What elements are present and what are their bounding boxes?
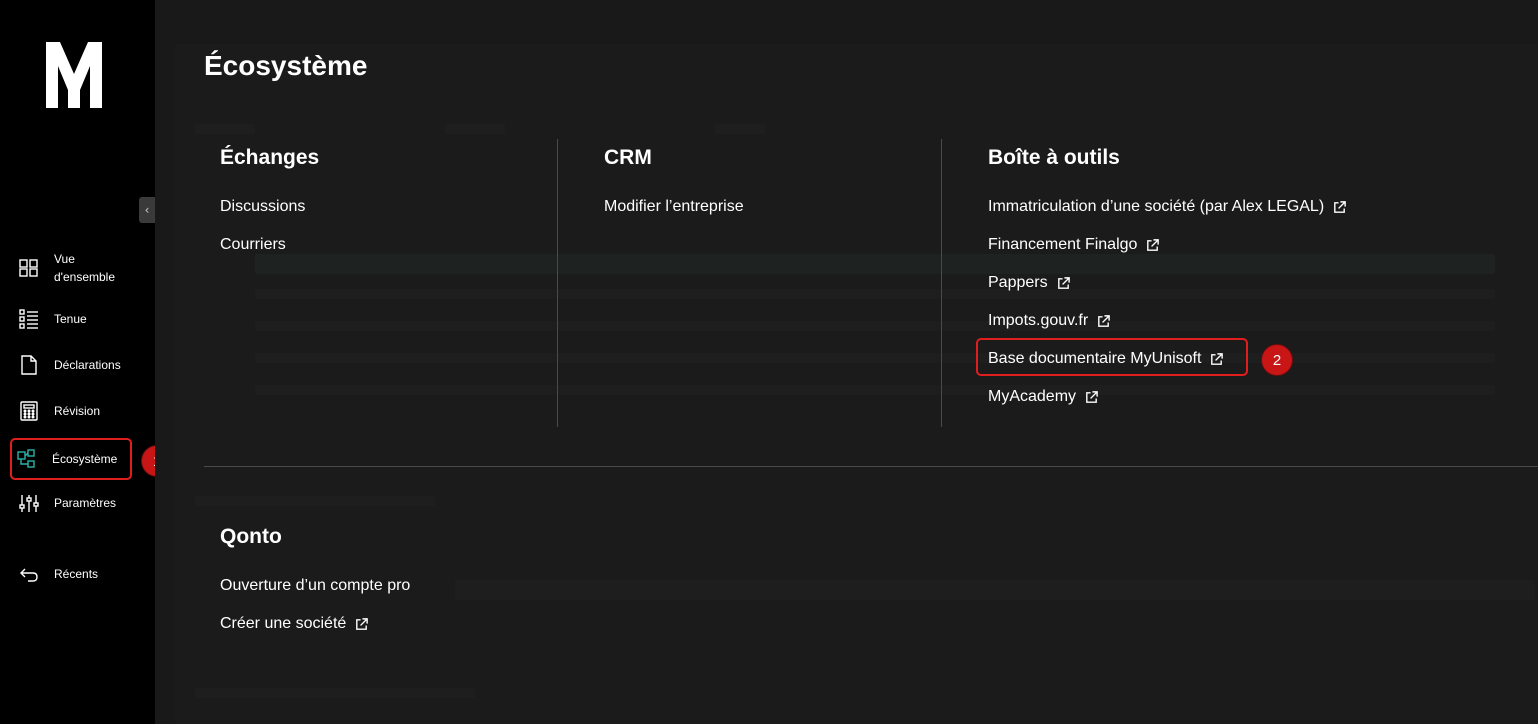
- page-title: Écosystème: [204, 50, 368, 81]
- link-creer-societe[interactable]: Créer une société: [220, 605, 410, 643]
- nav-recents[interactable]: Récents: [14, 563, 132, 585]
- nav-label: Déclarations: [54, 358, 121, 372]
- link-impots[interactable]: Impots.gouv.fr: [988, 302, 1347, 340]
- back-arrow-icon: [20, 568, 38, 582]
- chevron-left-icon: ‹: [144, 203, 150, 217]
- sidebar: ‹ Vue d'ensemble Tenue Déclarations Révi…: [0, 0, 172, 724]
- external-link-icon: [1147, 238, 1160, 251]
- document-icon: [21, 355, 37, 375]
- nav-tenue[interactable]: Tenue: [14, 308, 132, 330]
- nav-label: Récents: [54, 567, 99, 581]
- link-courriers[interactable]: Courriers: [220, 226, 319, 264]
- section-qonto: Qonto Ouverture d’un compte pro Créer un…: [220, 525, 410, 643]
- nav-vue-ensemble[interactable]: Vue d'ensemble: [14, 250, 132, 286]
- sliders-icon: [19, 495, 39, 512]
- link-label: Impots.gouv.fr: [988, 312, 1089, 329]
- nav-label: Révision: [54, 404, 101, 418]
- nav-revision[interactable]: Révision: [14, 400, 132, 422]
- nav-ecosysteme[interactable]: Écosystème: [10, 438, 132, 480]
- nav-label: Vue d'ensemble: [54, 252, 115, 284]
- nav-label: Écosystème: [52, 452, 118, 466]
- link-label: MyAcademy: [988, 388, 1077, 405]
- list-icon: [19, 309, 38, 329]
- link-myacademy[interactable]: MyAcademy: [988, 378, 1347, 416]
- nav-parametres[interactable]: Paramètres: [14, 492, 132, 514]
- nav-label: Paramètres: [54, 496, 117, 510]
- section-title: Qonto: [220, 525, 282, 548]
- link-immatriculation[interactable]: Immatriculation d’une société (par Alex …: [988, 188, 1347, 226]
- calculator-icon: [20, 401, 38, 421]
- myunisoft-logo: [46, 42, 102, 108]
- section-divider: [204, 466, 1538, 467]
- section-title: CRM: [604, 146, 652, 169]
- link-finalgo[interactable]: Financement Finalgo: [988, 226, 1347, 264]
- external-link-icon: [1057, 276, 1070, 289]
- step-badge-2: 2: [1262, 345, 1292, 375]
- link-pappers[interactable]: Pappers: [988, 264, 1347, 302]
- column-divider: [557, 139, 558, 427]
- link-label: Créer une société: [220, 615, 347, 632]
- external-link-icon: [1098, 314, 1111, 327]
- section-title: Boîte à outils: [988, 146, 1120, 169]
- external-link-icon: [1086, 390, 1098, 403]
- link-ouverture-compte[interactable]: Ouverture d’un compte pro: [220, 567, 410, 605]
- section-title: Échanges: [220, 146, 320, 169]
- collapse-sidebar-button[interactable]: ‹: [139, 197, 155, 223]
- grid-icon: [19, 259, 38, 277]
- column-divider: [941, 139, 942, 427]
- nav-declarations[interactable]: Déclarations: [14, 354, 132, 376]
- nav-label: Tenue: [54, 312, 87, 326]
- link-discussions[interactable]: Discussions: [220, 188, 319, 226]
- external-link-icon: [1334, 200, 1346, 213]
- section-echanges: Échanges Discussions Courriers: [220, 146, 319, 264]
- ecosystem-icon: [17, 449, 35, 468]
- external-link-icon: [356, 617, 369, 630]
- highlight-box: [976, 338, 1248, 376]
- link-label: Immatriculation d’une société (par Alex …: [988, 198, 1325, 215]
- link-label: Financement Finalgo: [988, 236, 1138, 253]
- section-crm: CRM Modifier l’entreprise: [604, 146, 744, 226]
- link-label: Pappers: [988, 274, 1048, 291]
- link-modifier-entreprise[interactable]: Modifier l’entreprise: [604, 188, 744, 226]
